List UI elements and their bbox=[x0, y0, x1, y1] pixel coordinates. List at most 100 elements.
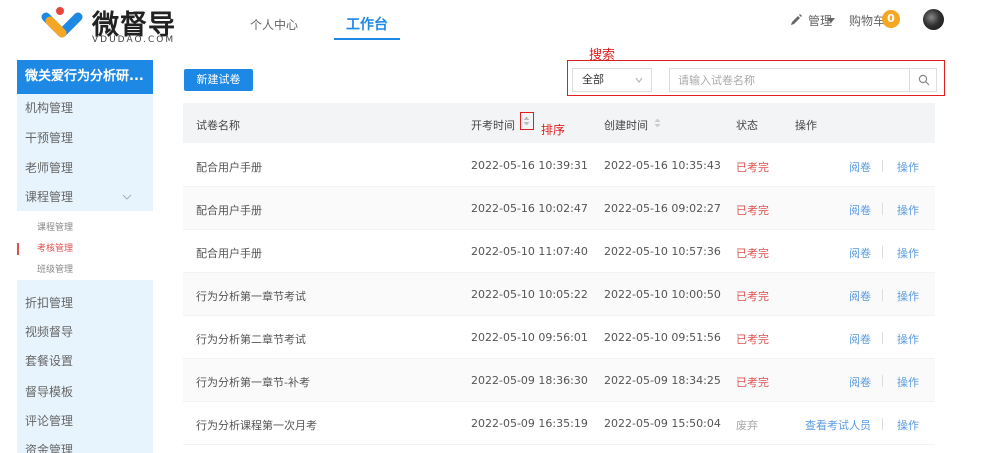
sidebar: 微关爱行为分析研... 机构管理 干预管理 老师管理 课程管理 课程管理 考核管… bbox=[17, 60, 153, 453]
start-time: 2022-05-09 16:35:19 bbox=[471, 417, 588, 430]
search-icon bbox=[918, 74, 930, 86]
paper-name: 行为分析第二章节考试 bbox=[196, 333, 306, 346]
create-time: 2022-05-09 15:50:04 bbox=[604, 417, 721, 430]
column-header-create-time[interactable]: 创建时间 bbox=[604, 117, 648, 133]
paper-name: 行为分析课程第一次月考 bbox=[196, 419, 317, 432]
divider bbox=[882, 289, 883, 301]
nav-active-indicator bbox=[334, 38, 400, 40]
sidebar-item-funds[interactable]: 资金管理 bbox=[17, 435, 153, 453]
review-link[interactable]: 阅卷 bbox=[849, 245, 871, 261]
table-row: 行为分析第一章节-补考 2022-05-09 18:36:30 2022-05-… bbox=[183, 359, 935, 402]
chevron-down-icon bbox=[827, 18, 835, 23]
column-header-start-time[interactable]: 开考时间 bbox=[471, 117, 515, 133]
sidebar-item-discount[interactable]: 折扣管理 bbox=[17, 288, 153, 318]
new-paper-button[interactable]: 新建试卷 bbox=[184, 69, 253, 91]
operate-link[interactable]: 操作 bbox=[897, 202, 919, 218]
table-row: 配合用户手册 2022-05-10 11:07:40 2022-05-10 10… bbox=[183, 230, 935, 273]
view-examinees-link[interactable]: 查看考试人员 bbox=[805, 417, 871, 433]
table-row: 配合用户手册 2022-05-16 10:39:31 2022-05-16 10… bbox=[183, 144, 935, 187]
sidebar-item-package[interactable]: 套餐设置 bbox=[17, 346, 153, 376]
nav-workbench[interactable]: 工作台 bbox=[346, 14, 388, 34]
nav-personal-center[interactable]: 个人中心 bbox=[250, 16, 298, 33]
review-link[interactable]: 阅卷 bbox=[849, 159, 871, 175]
operate-link[interactable]: 操作 bbox=[897, 417, 919, 433]
column-header-name: 试卷名称 bbox=[196, 119, 240, 132]
sidebar-subitem-exam-manage[interactable]: 考核管理 bbox=[17, 239, 153, 259]
paper-name: 配合用户手册 bbox=[196, 247, 262, 260]
sidebar-subitem-class-manage[interactable]: 班级管理 bbox=[17, 260, 153, 280]
logo[interactable]: 微督导 VDUDAO.COM bbox=[40, 5, 190, 47]
divider bbox=[882, 332, 883, 344]
create-time: 2022-05-16 09:02:27 bbox=[604, 202, 721, 215]
create-time: 2022-05-16 10:35:43 bbox=[604, 159, 721, 172]
operate-link[interactable]: 操作 bbox=[897, 374, 919, 390]
logo-subtitle: VDUDAO.COM bbox=[92, 35, 176, 45]
sidebar-item-courses[interactable]: 课程管理 bbox=[17, 182, 153, 212]
active-indicator bbox=[17, 243, 19, 255]
sort-icon[interactable] bbox=[654, 118, 661, 128]
review-link[interactable]: 阅卷 bbox=[849, 331, 871, 347]
logo-icon bbox=[41, 7, 83, 38]
status-text: 已考完 bbox=[736, 290, 769, 303]
paper-name: 配合用户手册 bbox=[196, 204, 262, 217]
create-time: 2022-05-10 09:51:56 bbox=[604, 331, 721, 344]
divider bbox=[882, 160, 883, 172]
operate-link[interactable]: 操作 bbox=[897, 331, 919, 347]
divider bbox=[882, 418, 883, 430]
paper-name: 行为分析第一章节考试 bbox=[196, 290, 306, 303]
review-link[interactable]: 阅卷 bbox=[849, 288, 871, 304]
start-time: 2022-05-16 10:39:31 bbox=[471, 159, 588, 172]
sidebar-item-teachers[interactable]: 老师管理 bbox=[17, 153, 153, 183]
table-row: 行为分析课程第一次月考 2022-05-09 16:35:19 2022-05-… bbox=[183, 402, 935, 445]
status-text: 已考完 bbox=[736, 204, 769, 217]
sidebar-item-org[interactable]: 机构管理 bbox=[17, 93, 153, 123]
operate-link[interactable]: 操作 bbox=[897, 288, 919, 304]
avatar[interactable] bbox=[923, 9, 944, 30]
sidebar-org-title[interactable]: 微关爱行为分析研... bbox=[17, 60, 153, 94]
search-input[interactable] bbox=[669, 68, 937, 92]
status-text: 已考完 bbox=[736, 376, 769, 389]
chevron-down-icon bbox=[635, 77, 643, 83]
column-header-status: 状态 bbox=[736, 119, 758, 132]
review-link[interactable]: 阅卷 bbox=[849, 374, 871, 390]
table-row: 行为分析第二章节考试 2022-05-10 09:56:01 2022-05-1… bbox=[183, 316, 935, 359]
start-time: 2022-05-10 11:07:40 bbox=[471, 245, 588, 258]
divider bbox=[882, 246, 883, 258]
sidebar-item-video[interactable]: 视频督导 bbox=[17, 317, 153, 347]
start-time: 2022-05-10 09:56:01 bbox=[471, 331, 588, 344]
table-row: 行为分析第一章节考试 2022-05-10 10:05:22 2022-05-1… bbox=[183, 273, 935, 316]
sidebar-item-comments[interactable]: 评论管理 bbox=[17, 406, 153, 436]
paper-name: 配合用户手册 bbox=[196, 161, 262, 174]
start-time: 2022-05-10 10:05:22 bbox=[471, 288, 588, 301]
review-link[interactable]: 阅卷 bbox=[849, 202, 871, 218]
paper-name: 行为分析第一章节-补考 bbox=[196, 376, 310, 389]
status-text: 已考完 bbox=[736, 333, 769, 346]
status-select[interactable]: 全部 bbox=[572, 68, 652, 92]
sort-annotation-box bbox=[520, 112, 534, 130]
sort-annotation: 排序 bbox=[541, 123, 566, 137]
create-time: 2022-05-09 18:34:25 bbox=[604, 374, 721, 387]
column-header-operations: 操作 bbox=[795, 119, 817, 132]
divider bbox=[882, 203, 883, 215]
sidebar-item-template[interactable]: 督导模板 bbox=[17, 377, 153, 407]
status-text: 已考完 bbox=[736, 161, 769, 174]
chevron-down-icon bbox=[122, 194, 132, 200]
operate-link[interactable]: 操作 bbox=[897, 245, 919, 261]
table-row: 配合用户手册 2022-05-16 10:02:47 2022-05-16 09… bbox=[183, 187, 935, 230]
pencil-icon[interactable] bbox=[789, 13, 803, 27]
create-time: 2022-05-10 10:57:36 bbox=[604, 245, 721, 258]
divider bbox=[882, 375, 883, 387]
sidebar-subitem-course-manage[interactable]: 课程管理 bbox=[17, 218, 153, 238]
search-button[interactable] bbox=[909, 68, 937, 92]
cart-link[interactable]: 购物车 bbox=[849, 12, 885, 29]
top-header: 微督导 VDUDAO.COM 个人中心 工作台 管理 购物车 0 bbox=[0, 0, 1000, 50]
start-time: 2022-05-16 10:02:47 bbox=[471, 202, 588, 215]
create-time: 2022-05-10 10:00:50 bbox=[604, 288, 721, 301]
start-time: 2022-05-09 18:36:30 bbox=[471, 374, 588, 387]
sidebar-item-intervention[interactable]: 干预管理 bbox=[17, 123, 153, 153]
status-text: 废弃 bbox=[736, 419, 758, 432]
status-text: 已考完 bbox=[736, 247, 769, 260]
cart-count-badge: 0 bbox=[882, 10, 900, 28]
operate-link[interactable]: 操作 bbox=[897, 159, 919, 175]
status-select-value: 全部 bbox=[582, 73, 604, 86]
